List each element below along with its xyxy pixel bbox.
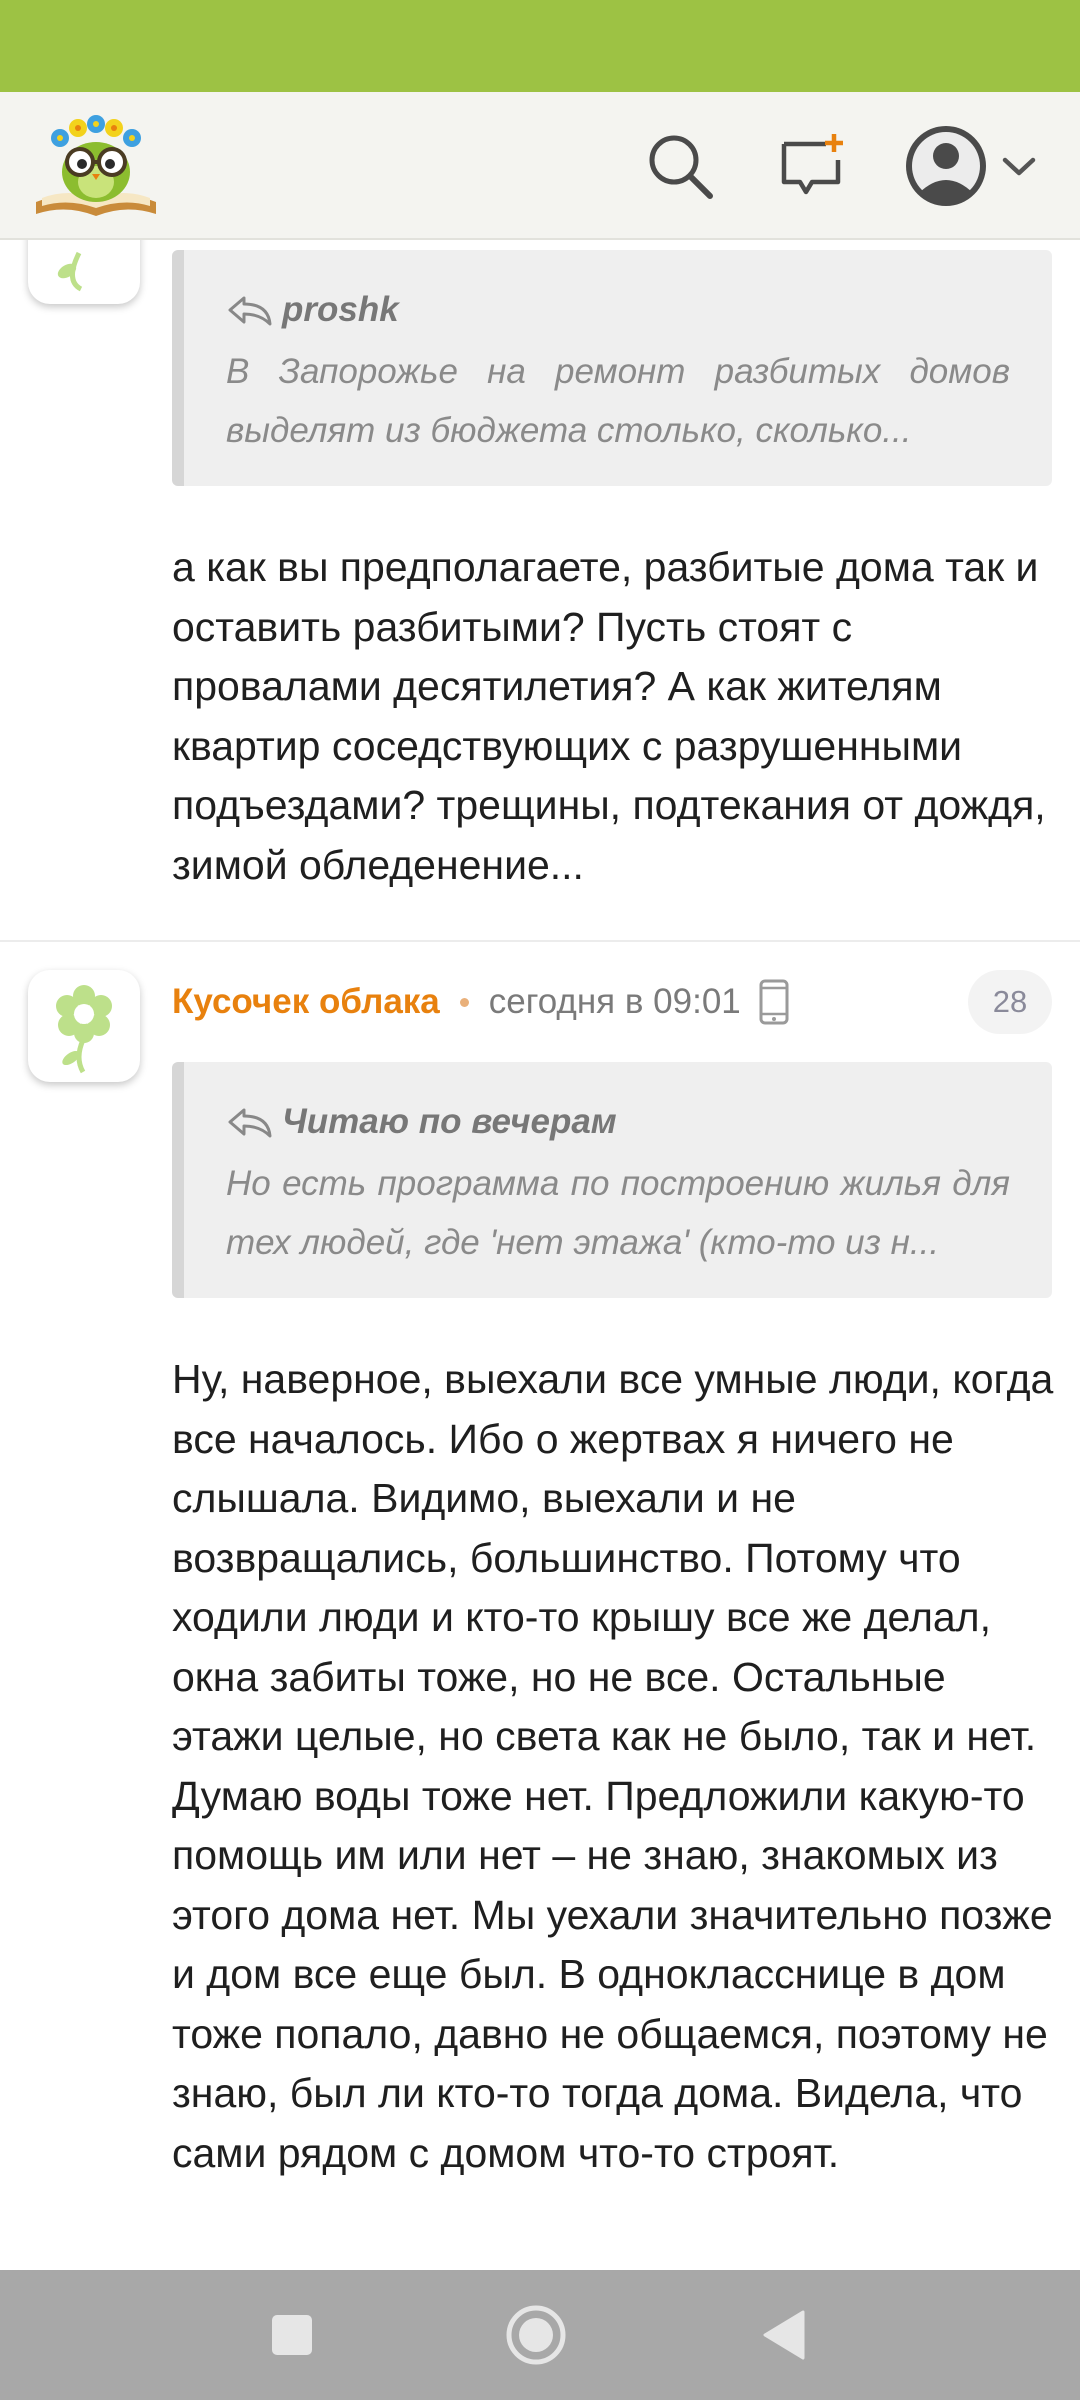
status-bar — [0, 0, 1080, 92]
reply-arrow-icon — [228, 296, 272, 326]
quote-text: Но есть программа по построению жилья дл… — [226, 1164, 1010, 1262]
owl-logo-icon — [36, 115, 156, 216]
search-icon — [649, 135, 713, 199]
meta-separator — [459, 997, 469, 1007]
back-triangle-icon — [763, 2310, 805, 2360]
recent-apps-button[interactable] — [252, 2295, 332, 2375]
site-logo[interactable] — [32, 110, 160, 222]
square-icon — [272, 2315, 312, 2355]
quote-author-name[interactable]: proshk — [282, 290, 399, 330]
comment-text: Ну, наверное, выехали все умные люди, ко… — [172, 1356, 1054, 2176]
comment-avatar[interactable] — [28, 240, 140, 304]
search-button[interactable] — [638, 124, 722, 208]
quoted-reply[interactable]: proshk В Запорожье на ремонт разбитых до… — [172, 250, 1052, 486]
system-navigation-bar — [0, 2270, 1080, 2400]
quote-author: Читаю по вечерам — [226, 1098, 1010, 1146]
quote-text: В Запорожье на ремонт разбитых домов выд… — [226, 352, 1010, 450]
phone-icon — [759, 979, 789, 1025]
home-circle-icon — [506, 2305, 566, 2365]
flower-avatar-icon — [57, 251, 83, 292]
new-message-icon — [781, 134, 843, 195]
reply-arrow-icon — [228, 1108, 272, 1138]
comments-feed: proshk В Запорожье на ремонт разбитых до… — [0, 240, 1080, 2270]
comment-username[interactable]: Кусочек облака — [172, 982, 440, 1022]
user-avatar-icon — [906, 126, 986, 206]
app-header — [0, 92, 1080, 240]
comment-count-badge[interactable]: 28 — [968, 970, 1052, 1034]
comment-avatar[interactable] — [28, 970, 140, 1082]
quote-author-name[interactable]: Читаю по вечерам — [282, 1102, 617, 1142]
back-button[interactable] — [744, 2295, 824, 2375]
profile-menu-button[interactable] — [896, 124, 1046, 208]
quoted-reply[interactable]: Читаю по вечерам Но есть программа по по… — [172, 1062, 1052, 1298]
comment-text: а как вы предполагаете, разбитые дома та… — [172, 544, 1046, 888]
comment-timestamp[interactable]: сегодня в 09:01 — [489, 982, 741, 1022]
quote-author: proshk — [226, 286, 1010, 334]
comment-divider — [0, 940, 1080, 942]
comment-meta: Кусочек облака сегодня в 09:01 — [172, 972, 789, 1032]
chevron-down-icon — [1002, 157, 1036, 176]
flower-avatar-icon — [56, 985, 112, 1074]
new-message-button[interactable] — [770, 124, 854, 208]
home-button[interactable] — [496, 2295, 576, 2375]
